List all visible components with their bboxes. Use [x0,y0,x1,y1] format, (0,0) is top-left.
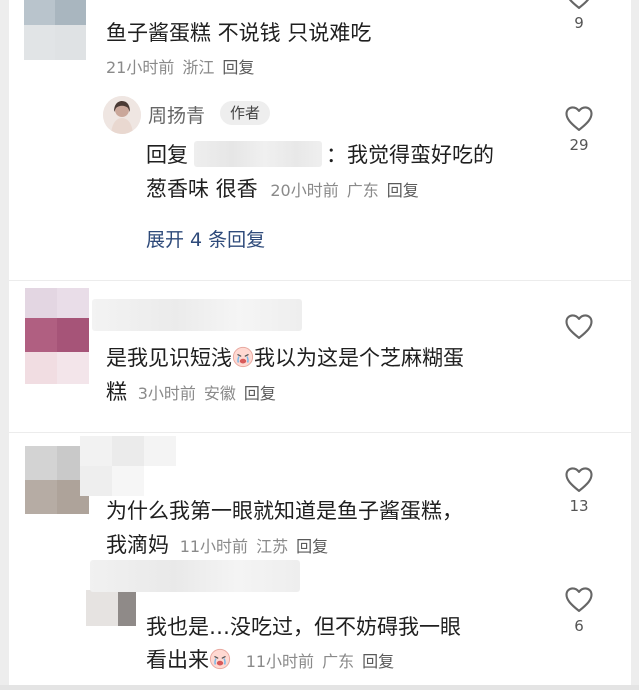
like-button[interactable]: 29 [559,104,599,154]
comment-time: 11小时前 [179,537,249,556]
comment-time: 11小时前 [245,652,315,671]
heart-outline-icon [568,0,590,9]
comment-text-part2: 我以为这是个芝麻糊蛋 [254,346,464,370]
comment-meta: 20小时前 广东 回复 [270,181,426,200]
author-name[interactable]: 周扬青 [148,101,205,128]
comment-text-line2: 糕 3小时前 安徽 回复 [106,377,284,409]
crying-face-emoji-icon [232,346,254,368]
reply-button[interactable]: 回复 [296,537,328,556]
heart-outline-icon [565,587,593,612]
like-count: 29 [569,136,589,154]
comment-text: 鱼子酱蛋糕 不说钱 只说难吃 [106,21,372,45]
like-count: 13 [569,497,589,515]
comment-location: 浙江 [182,58,215,77]
comment-text-line2-content: 我滴妈 [106,533,169,557]
username-blurred[interactable] [92,299,302,331]
reply-prefix: 回复 [146,143,188,167]
reply-text: 回复 ：我觉得蛮好吃的 [146,140,494,171]
reply-button[interactable]: 回复 [387,181,419,200]
divider [9,432,631,433]
comment-text-line2-content: 糕 [106,380,127,404]
comment-text: 是我见识短浅 我以为这是个芝麻糊蛋 [106,343,464,374]
heart-outline-icon [565,467,593,492]
heart-outline-icon [565,106,593,131]
screenshot-frame-bottom [0,685,639,690]
like-button[interactable]: 13 [559,465,599,515]
avatar[interactable] [24,0,86,60]
comment-time: 20小时前 [270,181,339,200]
reply-text-line2: 看出来 11小时前 广东 回复 [146,645,402,677]
reply-text-line2-content: 看出来 [146,648,209,672]
comment-text-part1: 是我见识短浅 [106,346,232,370]
reply-button[interactable]: 回复 [244,384,276,403]
comment-meta: 21小时前 浙江 回复 [106,54,262,78]
comment-text-line2: 我滴妈 11小时前 江苏 回复 [106,530,336,562]
comment-text-line1: 为什么我第一眼就知道是鱼子酱蛋糕， [106,499,463,523]
reply-button[interactable]: 回复 [222,58,254,77]
like-button[interactable] [559,312,599,344]
reply-text-line2: 葱香味 很香 20小时前 广东 回复 [146,174,427,206]
avatar[interactable] [86,590,136,626]
like-button[interactable]: 9 [559,0,599,32]
username-blurred[interactable] [80,436,176,496]
author-badge: 作者 [220,101,271,125]
comment-time: 21小时前 [106,58,175,77]
comment-time: 3小时前 [137,384,196,403]
comment-location: 广东 [346,181,379,200]
like-count: 6 [574,617,584,635]
avatar[interactable] [25,288,89,384]
heart-outline-icon [565,314,593,339]
avatar[interactable] [103,96,141,134]
reply-text-line1: 我觉得蛮好吃的 [347,143,494,167]
comment-location: 江苏 [256,537,289,556]
reply-text-line1: 我也是…没吃过，但不妨碍我一眼 [146,615,461,639]
screenshot-frame-right [631,0,639,690]
like-button[interactable]: 6 [559,585,599,635]
mentioned-user-blurred[interactable] [194,141,322,167]
comment-meta: 11小时前 江苏 回复 [180,537,336,556]
like-count: 9 [574,14,584,32]
comment-location: 安徽 [203,384,236,403]
divider [9,280,631,281]
crying-face-emoji-icon [209,648,231,670]
reply-text-line2-content: 葱香味 很香 [146,177,258,201]
reply-separator: ： [326,143,347,167]
username-blurred[interactable] [90,560,300,592]
comment-meta: 11小时前 广东 回复 [246,652,402,671]
expand-replies-button[interactable]: 展开 4 条回复 [146,225,265,252]
reply-button[interactable]: 回复 [362,652,394,671]
screenshot-frame-left [0,0,9,690]
comment-meta: 3小时前 安徽 回复 [138,384,284,403]
comment-location: 广东 [322,652,355,671]
